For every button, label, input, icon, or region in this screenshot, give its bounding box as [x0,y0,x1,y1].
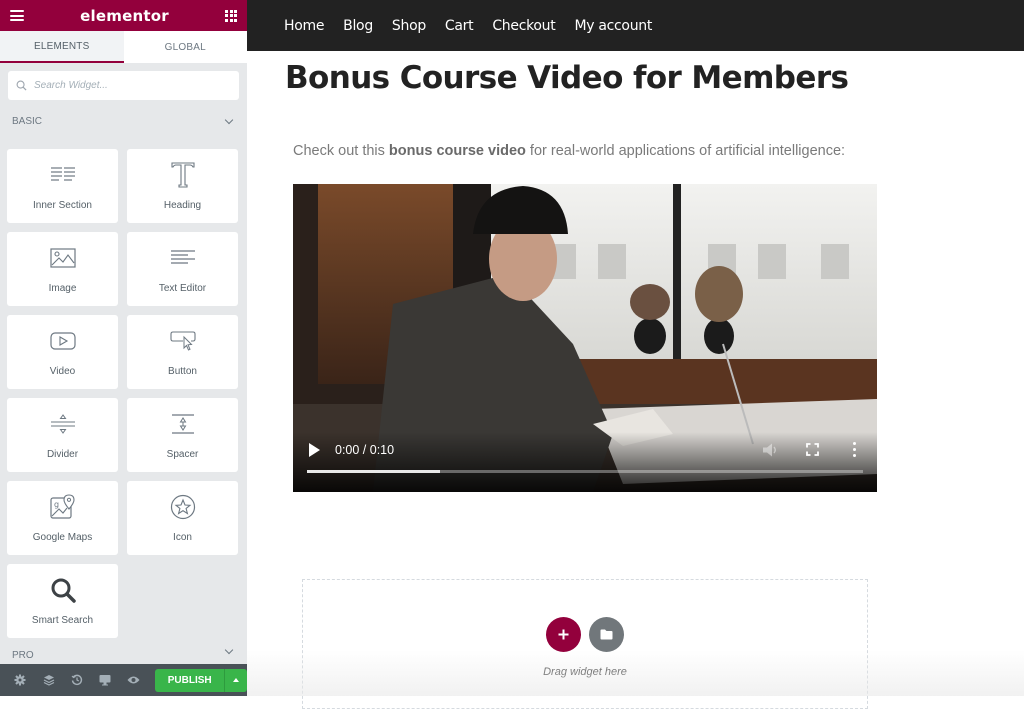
elementor-panel: elementor ELEMENTS GLOBAL BASIC Inner Se… [0,0,247,696]
fullscreen-icon[interactable] [806,443,819,456]
publish-group: PUBLISH [154,668,247,692]
video-controls [293,432,877,492]
category-basic[interactable]: BASIC [0,100,247,142]
widget-smart-search[interactable]: Smart Search [7,564,118,638]
widget-label: Heading [163,200,202,211]
widget-divider[interactable]: Divider [7,398,118,472]
empty-section-drop-zone[interactable]: Drag widget here [302,579,868,709]
elementor-logo: elementor [80,6,169,25]
map-icon: g [49,493,76,521]
caret-up-icon [233,678,240,682]
site-navigation: Home Blog Shop Cart Checkout My account [247,0,1024,51]
widget-label: Smart Search [31,615,94,626]
nav-checkout[interactable]: Checkout [492,18,555,34]
intro-text-before: Check out this [293,143,389,159]
video-icon [49,327,76,355]
widget-image[interactable]: Image [7,232,118,306]
video-progress-bar[interactable] [307,470,863,473]
nav-shop[interactable]: Shop [392,18,426,34]
grid-icon[interactable] [225,9,237,22]
panel-header: elementor [0,0,247,31]
publish-button[interactable]: PUBLISH [154,668,225,692]
text-editor-icon [170,244,196,272]
widget-icon[interactable]: Icon [127,481,238,555]
nav-home[interactable]: Home [284,18,324,34]
publish-options-button[interactable] [224,668,247,692]
search-widget-input[interactable] [34,80,214,91]
tab-global[interactable]: GLOBAL [124,31,248,63]
page-title[interactable]: Bonus Course Video for Members [285,60,849,96]
widget-spacer[interactable]: Spacer [127,398,238,472]
video-buffered-fill [307,470,441,473]
plus-icon [558,629,569,640]
widget-grid: Inner Section Heading Image Text Editor [0,149,247,638]
category-pro[interactable]: PRO [0,645,247,661]
volume-icon[interactable] [763,443,779,457]
svg-text:g: g [54,500,59,509]
widget-label: Button [168,366,197,377]
category-basic-label: BASIC [12,115,43,127]
heading-icon [170,161,195,189]
widget-inner-section[interactable]: Inner Section [7,149,118,223]
widget-video[interactable]: Video [7,315,118,389]
navigator-icon[interactable] [34,664,62,696]
widget-button[interactable]: Button [127,315,238,389]
hamburger-icon[interactable] [10,10,24,21]
widget-label: Text Editor [158,283,207,294]
image-icon [49,244,76,272]
nav-cart[interactable]: Cart [445,18,474,34]
star-icon [170,493,196,521]
spacer-icon [170,410,196,438]
tab-elements[interactable]: ELEMENTS [0,31,124,63]
nav-my-account[interactable]: My account [574,18,652,34]
responsive-icon[interactable] [91,664,119,696]
widget-label: Inner Section [33,200,92,211]
widget-label: Image [48,283,77,294]
page-preview: Home Blog Shop Cart Checkout My account … [247,0,1024,709]
add-section-button[interactable] [546,617,581,652]
chevron-down-icon [224,115,234,124]
search-icon [16,80,27,91]
chevron-down-icon [224,645,234,655]
video-time: 0:00 / 0:10 [335,443,395,457]
widget-label: Google Maps [32,532,93,543]
widget-label: Spacer [166,449,199,460]
widget-label: Divider [46,449,79,460]
widget-text-editor[interactable]: Text Editor [127,232,238,306]
search-widget-box [8,71,239,100]
folder-icon [600,629,613,640]
magnifier-icon [50,576,76,604]
play-icon[interactable] [308,443,320,457]
video-player[interactable]: 0:00 / 0:10 [293,184,877,492]
settings-icon[interactable] [6,664,34,696]
widget-heading[interactable]: Heading [127,149,238,223]
add-template-button[interactable] [589,617,624,652]
widget-label: Icon [173,532,192,543]
category-pro-label: PRO [12,650,34,661]
nav-blog[interactable]: Blog [343,18,373,34]
intro-text-bold: bonus course video [388,143,526,159]
panel-footer: PUBLISH [0,664,247,696]
widget-google-maps[interactable]: g Google Maps [7,481,118,555]
intro-text-after: for real-world applications of artificia… [525,143,846,159]
drag-widget-hint: Drag widget here [543,666,627,678]
more-options-icon[interactable] [851,442,857,457]
columns-icon [50,161,76,189]
divider-icon [50,410,76,438]
widget-label: Video [49,366,76,377]
panel-tabs: ELEMENTS GLOBAL [0,31,247,63]
preview-icon[interactable] [120,664,148,696]
history-icon[interactable] [63,664,91,696]
button-icon [169,327,196,355]
intro-text[interactable]: Check out this bonus course video for re… [293,143,845,159]
